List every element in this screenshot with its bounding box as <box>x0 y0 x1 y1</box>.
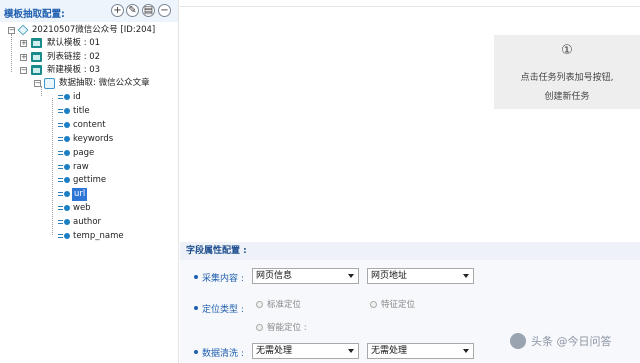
collect-content-select[interactable]: 网页信息 <box>252 268 359 284</box>
remove-button[interactable]: − <box>158 4 171 17</box>
tree-field-item[interactable]: gettime <box>58 174 168 187</box>
tree-item-label: 列表链接 : 02 <box>47 52 101 62</box>
watermark: 头条 @今日问答 <box>510 333 612 349</box>
radio-smart-locate[interactable]: 智能定位 : <box>256 321 307 333</box>
select-value: 无需处理 <box>256 346 293 356</box>
top-divider <box>180 6 640 7</box>
data-clean-label: 数据清洗 : <box>202 349 244 359</box>
collapse-icon[interactable]: − <box>34 80 41 87</box>
dropdown-arrow-icon <box>348 274 354 278</box>
extraction-icon <box>44 78 55 89</box>
template-icon <box>31 52 42 62</box>
hint-line-2: 创建新任务 <box>544 92 590 102</box>
tree-field-item[interactable]: keywords <box>58 133 168 146</box>
field-label: temp_name <box>73 231 124 241</box>
hint-line-1: 点击任务列表加号按钮, <box>520 73 614 83</box>
new-task-hint: ① 点击任务列表加号按钮, 创建新任务 <box>494 35 640 109</box>
field-label: author <box>73 217 102 227</box>
tree-field-item[interactable]: content <box>58 119 168 132</box>
radio-icon <box>256 301 263 308</box>
dropdown-arrow-icon <box>348 349 354 353</box>
collect-content-label: 采集内容 : <box>202 274 244 284</box>
template-icon <box>31 65 42 75</box>
field-label: page <box>73 148 95 158</box>
field-label: keywords <box>73 134 114 144</box>
tree-field-item[interactable]: author <box>58 216 168 229</box>
data-clean-select-2[interactable]: 无需处理 <box>367 343 474 359</box>
tree-item-label: 数据抽取: 微信公众文章 <box>59 78 150 88</box>
tree-guide-line <box>52 98 53 235</box>
tree-field-item-selected[interactable]: url <box>58 188 168 201</box>
field-label: raw <box>73 162 89 172</box>
field-label: gettime <box>73 175 107 185</box>
field-icon <box>58 233 71 240</box>
data-clean-select-1[interactable]: 无需处理 <box>252 343 359 359</box>
tree-item-template-01[interactable]: + 默认模板 : 01 <box>20 37 170 50</box>
field-icon <box>58 219 71 226</box>
expand-icon[interactable]: + <box>20 54 27 61</box>
field-icon <box>58 164 71 171</box>
bullet-icon <box>194 275 198 279</box>
tree-guide-line <box>11 34 12 72</box>
cube-icon <box>17 24 29 36</box>
tree-item-label: 新建模板 : 03 <box>47 65 101 75</box>
collapse-icon[interactable]: − <box>20 67 27 74</box>
tree-field-item[interactable]: web <box>58 202 168 215</box>
field-icon <box>58 205 71 212</box>
tree-field-item[interactable]: raw <box>58 161 168 174</box>
hint-number: ① <box>561 43 573 58</box>
tree-field-item[interactable]: id <box>58 91 168 104</box>
copy-button[interactable]: ▤ <box>142 4 155 17</box>
field-label: url <box>72 188 88 201</box>
expand-icon[interactable]: + <box>20 40 27 47</box>
tree-item-extraction[interactable]: − 数据抽取: 微信公众文章 <box>34 77 174 90</box>
template-extraction-panel: 模板抽取配置: + ✎ ▤ − − 20210507微信公众号 [ID:204]… <box>0 0 179 363</box>
tree-field-item[interactable]: title <box>58 105 168 118</box>
field-icon <box>58 94 71 101</box>
radio-standard-locate[interactable]: 标准定位 <box>256 298 301 310</box>
locate-type-label: 定位类型 : <box>202 305 244 315</box>
field-label: web <box>73 203 91 213</box>
radio-icon <box>370 301 377 308</box>
template-icon <box>31 38 42 48</box>
dropdown-arrow-icon <box>463 274 469 278</box>
tree-item-template-02[interactable]: + 列表链接 : 02 <box>20 51 170 64</box>
panel-title: 模板抽取配置: <box>4 9 65 20</box>
tree-item-template-03[interactable]: − 新建模板 : 03 <box>20 64 170 77</box>
radio-feature-locate[interactable]: 特征定位 <box>370 298 415 310</box>
tree-field-item[interactable]: temp_name <box>58 230 168 243</box>
field-icon <box>58 150 71 157</box>
field-icon <box>58 177 71 184</box>
field-icon <box>58 191 71 198</box>
dropdown-arrow-icon <box>463 349 469 353</box>
select-value: 无需处理 <box>371 346 408 356</box>
field-config-title: 字段属性配置 : <box>180 242 640 260</box>
field-label: id <box>73 92 81 102</box>
field-label: content <box>73 120 106 130</box>
radio-icon <box>256 324 263 331</box>
field-label: title <box>73 106 90 116</box>
tree-root[interactable]: − 20210507微信公众号 [ID:204] <box>6 24 176 37</box>
select-value: 网页信息 <box>256 271 293 281</box>
field-icon <box>58 108 71 115</box>
collapse-icon[interactable]: − <box>8 27 15 34</box>
bullet-icon <box>194 306 198 310</box>
collect-target-select[interactable]: 网页地址 <box>367 268 474 284</box>
watermark-logo-icon <box>510 333 526 349</box>
tree-field-item[interactable]: page <box>58 147 168 160</box>
field-icon <box>58 136 71 143</box>
tree-root-label: 20210507微信公众号 [ID:204] <box>32 25 156 35</box>
panel-header: 模板抽取配置: + ✎ ▤ − <box>0 0 178 22</box>
field-icon <box>58 122 71 129</box>
edit-button[interactable]: ✎ <box>126 4 139 17</box>
bullet-icon <box>194 350 198 354</box>
add-button[interactable]: + <box>111 4 124 17</box>
tree-item-label: 默认模板 : 01 <box>47 38 101 48</box>
select-value: 网页地址 <box>371 271 408 281</box>
